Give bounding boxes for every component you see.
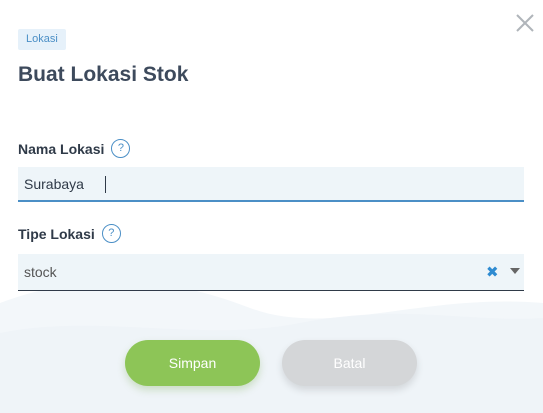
cancel-button[interactable]: Batal [282, 340, 417, 386]
chevron-down-icon[interactable] [510, 268, 520, 274]
type-field-label: Tipe Lokasi ? [18, 224, 121, 243]
clear-icon[interactable]: ✖ [486, 263, 499, 281]
help-icon[interactable]: ? [101, 224, 121, 243]
name-field-label: Nama Lokasi ? [18, 139, 131, 158]
type-label-text: Tipe Lokasi [18, 225, 95, 242]
help-icon[interactable]: ? [111, 139, 131, 158]
dialog-title: Buat Lokasi Stok [18, 63, 189, 86]
close-icon[interactable] [514, 12, 536, 34]
create-location-dialog: Lokasi Buat Lokasi Stok Nama Lokasi ? Ti… [0, 0, 543, 413]
name-label-text: Nama Lokasi [18, 140, 105, 157]
location-name-field[interactable] [18, 167, 524, 202]
category-tag: Lokasi [18, 29, 66, 50]
save-button[interactable]: Simpan [125, 340, 260, 386]
location-name-input[interactable] [18, 167, 524, 200]
text-caret [105, 176, 106, 193]
selected-type-value: stock [24, 264, 57, 280]
location-type-select[interactable]: stock ✖ [18, 254, 524, 291]
